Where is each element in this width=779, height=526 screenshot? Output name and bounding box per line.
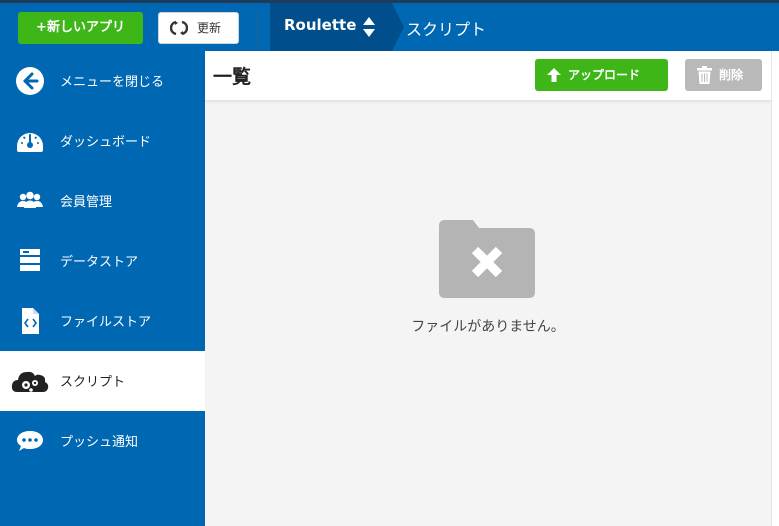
app-selector[interactable]: Roulette xyxy=(270,3,392,51)
delete-button[interactable]: 削除 xyxy=(685,59,762,91)
breadcrumb-current: スクリプト xyxy=(406,20,487,39)
sidebar-item-label: 会員管理 xyxy=(60,195,113,210)
sidebar-item-filestore[interactable]: ファイルストア xyxy=(0,291,205,351)
page-title: 一覧 xyxy=(213,66,252,88)
arrow-up-icon xyxy=(547,68,561,82)
refresh-icon xyxy=(170,21,188,35)
datastore-icon xyxy=(20,249,40,271)
sidebar-item-dashboard[interactable]: ダッシュボード xyxy=(0,111,205,171)
refresh-label: 更新 xyxy=(197,21,222,35)
delete-label: 削除 xyxy=(719,68,744,82)
empty-folder-icon xyxy=(439,220,535,298)
sidebar-item-label: データストア xyxy=(60,255,139,270)
sidebar-item-label: ダッシュボード xyxy=(60,135,152,150)
main-header: 一覧 アップロード 削除 xyxy=(205,51,771,101)
sidebar-item-push-notification[interactable]: プッシュ通知 xyxy=(0,411,205,471)
sidebar-item-script[interactable]: スクリプト xyxy=(0,351,205,411)
dashboard-gauge-icon xyxy=(17,133,43,152)
trash-icon xyxy=(697,66,712,84)
cloud-gears-icon xyxy=(11,371,49,392)
sidebar: メニューを閉じる ダッシュボード 会員管理 データストア ファイルストア スクリ… xyxy=(0,51,205,526)
code-file-icon xyxy=(22,308,39,334)
empty-message: ファイルがありません。 xyxy=(411,319,565,335)
sidebar-item-label: メニューを閉じる xyxy=(60,75,165,90)
sort-updown-icon xyxy=(363,17,375,37)
upload-label: アップロード xyxy=(568,68,641,82)
users-icon xyxy=(17,191,43,208)
sidebar-item-members[interactable]: 会員管理 xyxy=(0,171,205,231)
top-bar: +新しいアプリ 更新 Roulette スクリプト xyxy=(0,0,779,51)
main-panel: 一覧 アップロード 削除 ファイルがありません。 xyxy=(205,51,771,526)
new-app-button[interactable]: +新しいアプリ xyxy=(18,12,143,44)
sidebar-item-label: スクリプト xyxy=(60,375,126,390)
sidebar-item-close-menu[interactable]: メニューを閉じる xyxy=(0,51,205,111)
sidebar-item-label: プッシュ通知 xyxy=(60,435,139,450)
scrollbar[interactable] xyxy=(771,51,779,526)
sidebar-item-datastore[interactable]: データストア xyxy=(0,231,205,291)
chat-bubble-icon xyxy=(17,431,43,451)
upload-button[interactable]: アップロード xyxy=(535,59,668,91)
breadcrumb-chevron xyxy=(392,3,404,51)
app-name: Roulette xyxy=(284,16,357,34)
topbar-divider xyxy=(257,11,258,45)
refresh-button[interactable]: 更新 xyxy=(158,12,239,44)
arrow-left-circle-icon xyxy=(16,67,44,95)
sidebar-item-label: ファイルストア xyxy=(60,315,152,330)
